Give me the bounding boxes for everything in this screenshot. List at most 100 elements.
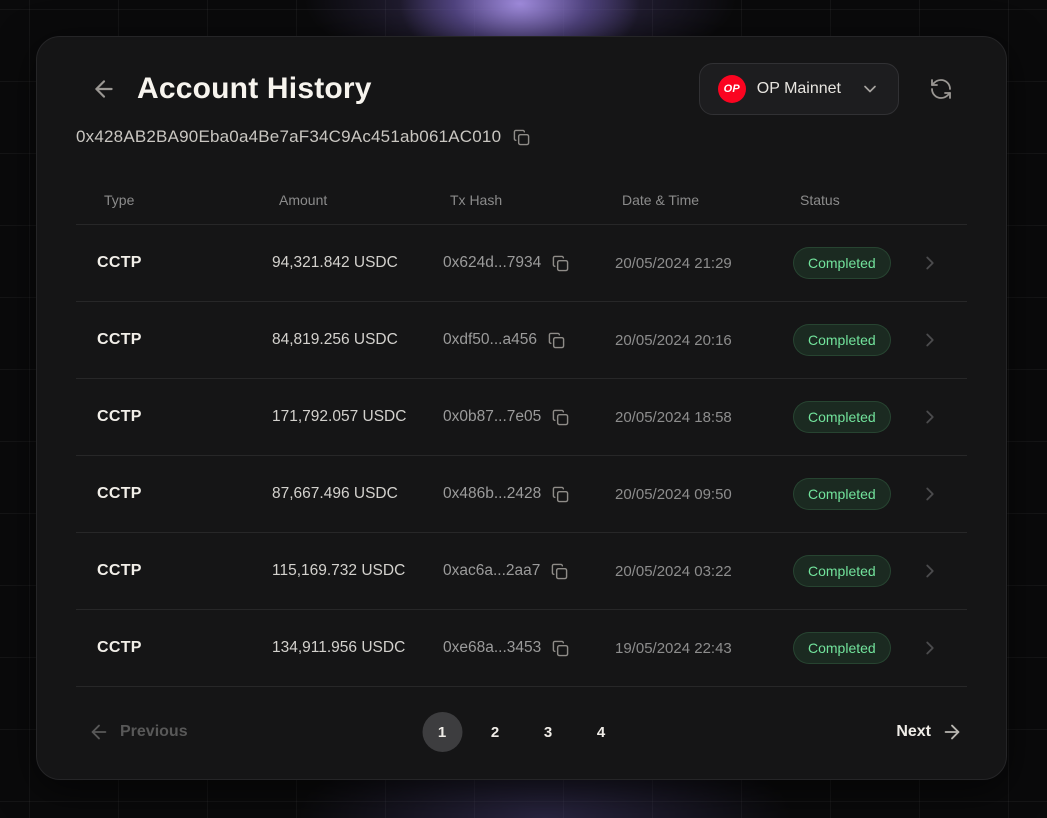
chevron-down-icon (860, 79, 880, 99)
copy-txhash-button[interactable] (550, 638, 571, 659)
copy-txhash-button[interactable] (546, 330, 567, 351)
table-row[interactable]: CCTP 94,321.842 USDC 0x624d...7934 20/05… (76, 225, 967, 302)
copy-icon (551, 563, 568, 580)
chevron-right-icon (912, 560, 967, 582)
cell-datetime: 20/05/2024 20:16 (594, 332, 772, 349)
copy-icon (552, 255, 569, 272)
cell-txhash: 0xdf50...a456 (422, 330, 594, 351)
table-row[interactable]: CCTP 171,792.057 USDC 0x0b87...7e05 20/0… (76, 379, 967, 456)
cell-amount: 94,321.842 USDC (251, 254, 422, 272)
cell-amount: 134,911.956 USDC (251, 639, 422, 657)
chevron-right-icon (912, 329, 967, 351)
page-button-1[interactable]: 1 (422, 712, 462, 752)
status-badge: Completed (793, 247, 891, 279)
refresh-icon (929, 77, 953, 101)
network-label: OP Mainnet (757, 80, 841, 98)
previous-page-button[interactable]: Previous (88, 721, 188, 743)
status-badge: Completed (793, 632, 891, 664)
cell-datetime: 20/05/2024 03:22 (594, 563, 772, 580)
cell-type: CCTP (76, 408, 251, 426)
chevron-right-icon (912, 406, 967, 428)
cell-txhash: 0x624d...7934 (422, 253, 594, 274)
status-badge: Completed (793, 401, 891, 433)
cell-status: Completed (772, 401, 912, 433)
copy-txhash-button[interactable] (549, 561, 570, 582)
wallet-address: 0x428AB2BA90Eba0a4Be7aF34C9Ac451ab061AC0… (76, 127, 501, 147)
column-header-status: Status (772, 192, 912, 208)
copy-icon (552, 640, 569, 657)
page-button-3[interactable]: 3 (528, 712, 568, 752)
card-header: Account History OP OP Mainnet (37, 37, 1006, 115)
address-row: 0x428AB2BA90Eba0a4Be7aF34C9Ac451ab061AC0… (37, 115, 1006, 149)
next-label: Next (896, 723, 931, 741)
page-button-4[interactable]: 4 (581, 712, 621, 752)
cell-type: CCTP (76, 562, 251, 580)
txhash-text: 0xe68a...3453 (443, 639, 541, 657)
cell-type: CCTP (76, 254, 251, 272)
table-header: Type Amount Tx Hash Date & Time Status (76, 175, 967, 225)
refresh-button[interactable] (925, 73, 957, 105)
table-row[interactable]: CCTP 84,819.256 USDC 0xdf50...a456 20/05… (76, 302, 967, 379)
txhash-text: 0x624d...7934 (443, 254, 541, 272)
transactions-table: Type Amount Tx Hash Date & Time Status C… (76, 175, 967, 687)
cell-datetime: 20/05/2024 18:58 (594, 409, 772, 426)
page-number-group: 1 2 3 4 (422, 712, 621, 752)
copy-icon (552, 409, 569, 426)
previous-label: Previous (120, 723, 188, 741)
arrow-right-icon (941, 721, 963, 743)
copy-txhash-button[interactable] (550, 484, 571, 505)
header-actions: OP OP Mainnet (699, 63, 957, 115)
copy-icon (513, 129, 530, 146)
txhash-text: 0x486b...2428 (443, 485, 541, 503)
chevron-right-icon (912, 483, 967, 505)
cell-txhash: 0xe68a...3453 (422, 638, 594, 659)
table-row[interactable]: CCTP 134,911.956 USDC 0xe68a...3453 19/0… (76, 610, 967, 687)
txhash-text: 0xdf50...a456 (443, 331, 537, 349)
back-button[interactable] (87, 72, 121, 106)
cell-status: Completed (772, 324, 912, 356)
cell-amount: 171,792.057 USDC (251, 408, 422, 426)
table-row[interactable]: CCTP 115,169.732 USDC 0xac6a...2aa7 20/0… (76, 533, 967, 610)
page-title: Account History (137, 72, 372, 106)
cell-datetime: 19/05/2024 22:43 (594, 640, 772, 657)
arrow-left-icon (88, 721, 110, 743)
column-header-txhash: Tx Hash (422, 192, 594, 208)
copy-txhash-button[interactable] (550, 253, 571, 274)
next-page-button[interactable]: Next (896, 721, 963, 743)
table-row[interactable]: CCTP 87,667.496 USDC 0x486b...2428 20/05… (76, 456, 967, 533)
network-selector[interactable]: OP OP Mainnet (699, 63, 899, 115)
cell-datetime: 20/05/2024 21:29 (594, 255, 772, 272)
copy-icon (552, 486, 569, 503)
cell-status: Completed (772, 632, 912, 664)
column-header-datetime: Date & Time (594, 192, 772, 208)
copy-txhash-button[interactable] (550, 407, 571, 428)
arrow-left-icon (91, 76, 117, 102)
page-background: Account History OP OP Mainnet 0x428AB (0, 0, 1047, 818)
cell-status: Completed (772, 247, 912, 279)
cell-type: CCTP (76, 331, 251, 349)
copy-icon (548, 332, 565, 349)
cell-type: CCTP (76, 639, 251, 657)
chevron-right-icon (912, 637, 967, 659)
status-badge: Completed (793, 478, 891, 510)
cell-type: CCTP (76, 485, 251, 503)
cell-txhash: 0x0b87...7e05 (422, 407, 594, 428)
txhash-text: 0x0b87...7e05 (443, 408, 541, 426)
status-badge: Completed (793, 555, 891, 587)
txhash-text: 0xac6a...2aa7 (443, 562, 540, 580)
cell-txhash: 0xac6a...2aa7 (422, 561, 594, 582)
status-badge: Completed (793, 324, 891, 356)
cell-txhash: 0x486b...2428 (422, 484, 594, 505)
pagination: Previous 1 2 3 4 Next (76, 701, 967, 763)
account-history-card: Account History OP OP Mainnet 0x428AB (36, 36, 1007, 780)
copy-address-button[interactable] (511, 127, 532, 148)
op-network-logo: OP (718, 75, 746, 103)
cell-amount: 115,169.732 USDC (251, 562, 422, 580)
cell-datetime: 20/05/2024 09:50 (594, 486, 772, 503)
cell-status: Completed (772, 555, 912, 587)
column-header-amount: Amount (251, 192, 422, 208)
cell-amount: 84,819.256 USDC (251, 331, 422, 349)
chevron-right-icon (912, 252, 967, 274)
column-header-type: Type (76, 192, 251, 208)
page-button-2[interactable]: 2 (475, 712, 515, 752)
